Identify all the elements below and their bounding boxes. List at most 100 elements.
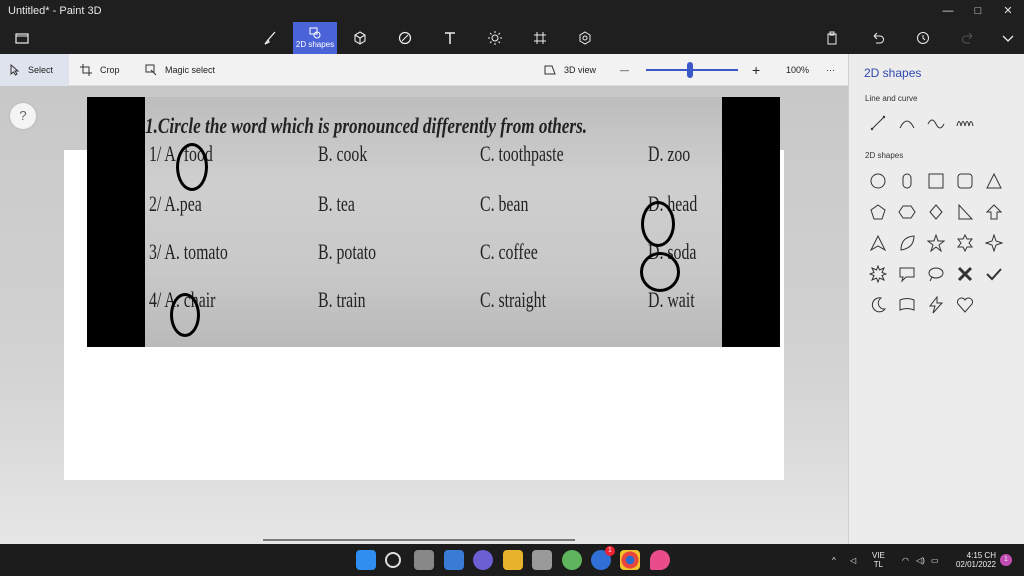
magic-select-label: Magic select — [165, 65, 216, 75]
start-icon[interactable] — [356, 550, 376, 570]
stickers-tab[interactable] — [383, 22, 427, 54]
worksheet-option: D. zoo — [648, 141, 691, 166]
answer-circle — [640, 252, 680, 292]
paint-3d-icon[interactable] — [650, 550, 670, 570]
ribbon: 2D shapes — [0, 22, 1024, 54]
crop-icon — [80, 64, 92, 76]
right-triangle-icon[interactable] — [954, 201, 976, 223]
thought-bubble-icon[interactable] — [925, 263, 947, 285]
3d-library-tab[interactable] — [563, 22, 607, 54]
magic-select-icon — [145, 64, 157, 76]
cross-icon[interactable] — [954, 263, 976, 285]
moon-icon[interactable] — [867, 294, 889, 316]
2d-shapes-tab[interactable]: 2D shapes — [293, 22, 337, 54]
language-indicator[interactable]: VIE TL — [872, 544, 885, 576]
heart-icon[interactable] — [954, 294, 976, 316]
battery-icon[interactable]: ▭ — [931, 544, 939, 576]
chrome-icon[interactable] — [620, 550, 640, 570]
circle-icon[interactable] — [867, 170, 889, 192]
wifi-icon[interactable]: ◠ — [902, 544, 909, 576]
calculator-icon[interactable] — [532, 550, 552, 570]
zoom-out-button[interactable]: — — [610, 54, 639, 86]
tray-chevron-icon[interactable]: ^ — [832, 544, 836, 576]
zigzag-curve-icon[interactable] — [954, 112, 976, 134]
star4-icon[interactable] — [983, 232, 1005, 254]
zoom-level: 100% — [786, 65, 810, 75]
speech-bubble-icon[interactable] — [896, 263, 918, 285]
leaf-icon[interactable] — [896, 232, 918, 254]
lightning-icon[interactable] — [925, 294, 947, 316]
diamond-icon[interactable] — [925, 201, 947, 223]
rounded-square-icon[interactable] — [954, 170, 976, 192]
paste-button[interactable] — [810, 22, 854, 54]
sun-icon — [488, 31, 502, 45]
horizontal-scrollbar[interactable] — [263, 539, 575, 541]
window-title: Untitled* - Paint 3D — [8, 5, 102, 17]
answer-circle — [176, 143, 208, 191]
wave-icon[interactable] — [925, 112, 947, 134]
star6-icon[interactable] — [954, 232, 976, 254]
canvas-tab[interactable] — [518, 22, 562, 54]
widgets-icon[interactable] — [444, 550, 464, 570]
sharp-triangle-icon[interactable] — [867, 232, 889, 254]
3d-view-button[interactable]: 3D view — [534, 54, 606, 86]
history-button[interactable] — [901, 22, 945, 54]
curve-icon[interactable] — [896, 112, 918, 134]
line-icon[interactable] — [867, 112, 889, 134]
magic-select-button[interactable]: Magic select — [135, 54, 225, 86]
3d-library-icon — [579, 31, 591, 45]
arrow-up-icon[interactable] — [983, 201, 1005, 223]
close-button[interactable]: ✕ — [992, 0, 1024, 22]
zoom-slider-knob[interactable] — [687, 62, 694, 78]
square-icon[interactable] — [925, 170, 947, 192]
undo-button[interactable] — [856, 22, 900, 54]
file-explorer-icon[interactable] — [503, 550, 523, 570]
3d-shapes-tab[interactable] — [338, 22, 382, 54]
help-button[interactable]: ? — [10, 103, 36, 129]
pen-icon[interactable]: ◁ — [850, 544, 856, 576]
crop-button[interactable]: Crop — [70, 54, 130, 86]
answer-circle — [170, 293, 200, 337]
cube-icon — [354, 31, 366, 45]
task-view-icon[interactable] — [414, 550, 434, 570]
redo-button[interactable] — [946, 22, 990, 54]
zalo-icon[interactable]: 1 — [591, 546, 615, 570]
capsule-icon[interactable] — [896, 170, 918, 192]
banner-icon[interactable] — [896, 294, 918, 316]
menu-button[interactable] — [0, 22, 44, 54]
clock[interactable]: 4:15 CH 02/01/2022 — [952, 544, 996, 576]
notification-center[interactable]: 1 — [1000, 544, 1012, 576]
worksheet-option: B. tea — [318, 191, 355, 216]
burst-icon[interactable] — [867, 263, 889, 285]
star5-icon[interactable] — [925, 232, 947, 254]
notification-badge: 1 — [605, 546, 615, 556]
canvas-crop-icon — [534, 32, 546, 44]
app-icon[interactable] — [562, 550, 582, 570]
worksheet-heading: 1.Circle the word which is pronounced di… — [145, 113, 588, 138]
more-options-button[interactable]: ··· — [816, 54, 845, 86]
maximize-button[interactable]: □ — [962, 0, 994, 22]
expand-button[interactable] — [986, 22, 1024, 54]
zoom-in-button[interactable]: + — [742, 54, 770, 86]
text-tab[interactable] — [428, 22, 472, 54]
select-button[interactable]: Select — [0, 54, 69, 86]
worksheet-photo[interactable]: 1.Circle the word which is pronounced di… — [87, 97, 780, 347]
layout-label: TL — [873, 560, 884, 569]
worksheet-option: C. toothpaste — [480, 141, 564, 166]
hexagon-icon[interactable] — [896, 201, 918, 223]
clock-time: 4:15 CH — [966, 551, 996, 560]
pentagon-icon[interactable] — [867, 201, 889, 223]
search-icon[interactable] — [385, 552, 401, 568]
triangle-icon[interactable] — [983, 170, 1005, 192]
brushes-tab[interactable] — [248, 22, 292, 54]
chat-icon[interactable] — [473, 550, 493, 570]
2d-shapes-tab-label: 2D shapes — [295, 40, 335, 49]
worksheet: 1.Circle the word which is pronounced di… — [145, 97, 722, 347]
worksheet-option: B. train — [318, 287, 366, 312]
effects-tab[interactable] — [473, 22, 517, 54]
2d-shapes-icon — [309, 27, 321, 39]
minimize-button[interactable]: — — [932, 0, 964, 22]
volume-icon[interactable]: ◁) — [916, 544, 925, 576]
check-icon[interactable] — [983, 263, 1005, 285]
chevron-down-icon — [1002, 35, 1014, 42]
